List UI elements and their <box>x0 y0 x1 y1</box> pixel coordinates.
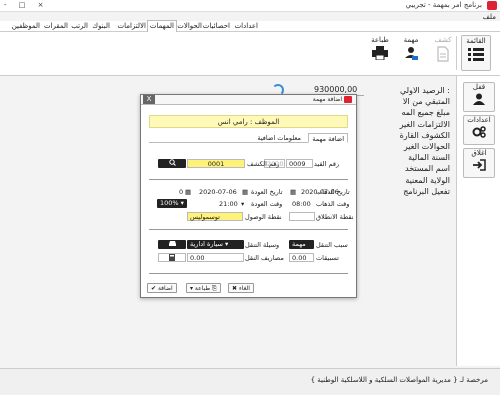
tab-transfers[interactable]: الحوالات <box>175 21 204 32</box>
calculator-button[interactable] <box>158 253 186 262</box>
depart-time-label: وقت الذهاب <box>316 200 350 208</box>
cancel-label: الغاء <box>238 285 250 292</box>
transport-value: سيارة ادارية <box>190 240 223 248</box>
divider <box>149 273 348 274</box>
arrival-point-field[interactable]: توسموليس <box>187 212 243 221</box>
print-button[interactable]: طباعة <box>365 35 395 71</box>
dialog-tabs: اضافة مهمة معلومات اضافية <box>149 133 348 143</box>
print-label: طباعة <box>371 36 389 44</box>
statement-field[interactable]: 0001 <box>187 159 245 168</box>
clear-label: كشف <box>434 36 452 44</box>
task-button[interactable]: مهمة <box>396 35 426 71</box>
print-dropdown-label: طباعة <box>194 285 211 292</box>
start-point-label: نقطة الانطلاق <box>316 213 354 221</box>
user-car-icon <box>403 46 419 62</box>
settings-button[interactable]: اعدادات <box>463 115 495 145</box>
tab-missions[interactable]: المهمات <box>146 20 177 32</box>
reason-label: سبب التنقل <box>316 241 348 249</box>
sign-out-icon <box>472 159 486 171</box>
percent-value: 100% <box>160 199 179 207</box>
car-button[interactable] <box>158 240 186 249</box>
reg-label: رقم القيد <box>314 160 340 168</box>
printer-icon <box>372 46 388 62</box>
task-label: مهمة <box>403 36 419 44</box>
calendar-icon[interactable]: ▦ <box>185 188 191 196</box>
time-spinner-icon[interactable]: ▾ <box>241 200 244 208</box>
start-point-field[interactable] <box>289 212 315 221</box>
tab-add-task[interactable]: اضافة مهمة <box>308 133 348 143</box>
advance-label: تسبيقات <box>316 254 339 262</box>
ribbon: القائمة كشف مهمة طباعة <box>0 32 500 76</box>
gears-icon <box>472 126 486 138</box>
return-date-value[interactable]: 2020-07-06 <box>199 188 237 196</box>
calculator-icon <box>169 254 175 261</box>
print-dropdown-button[interactable]: ▾ طباعة ⎘ <box>186 283 221 293</box>
depart-date-value[interactable]: 2020-07-06 <box>301 188 339 196</box>
tab-statistics[interactable]: احصائيات <box>201 21 232 32</box>
advance-field[interactable]: 0.00 <box>289 253 314 262</box>
transport-label: وسيلة التنقل <box>245 241 280 249</box>
tab-banks[interactable]: البنوك <box>90 21 112 32</box>
days-value: 0 <box>179 188 184 196</box>
window-controls[interactable]: - □ × <box>4 1 48 9</box>
dialog-title: اضافة مهمة <box>312 96 342 103</box>
percent-select[interactable]: 100% ▾ <box>157 199 187 208</box>
add-button[interactable]: ✔ اضافة <box>147 283 177 293</box>
dialog-footer: ✖ الغاء ▾ طباعة ⎘ ✔ اضافة <box>141 283 356 297</box>
tab-settings[interactable]: اعدادات <box>233 21 260 32</box>
dialog-app-icon <box>344 96 352 103</box>
tab-employees[interactable]: الموظفين <box>10 21 42 32</box>
settings-label: اعدادات <box>467 116 491 124</box>
search-button[interactable] <box>158 159 186 168</box>
clear-button[interactable]: كشف <box>428 35 458 71</box>
user-icon <box>472 93 486 105</box>
return-time-value[interactable]: 21:00 <box>219 200 238 208</box>
divider <box>149 229 348 230</box>
file-menu[interactable]: ملف <box>483 13 496 21</box>
tab-offices[interactable]: المقرات <box>42 21 70 32</box>
search-icon <box>168 159 176 166</box>
list-label: القائمة <box>466 37 486 45</box>
dialog-close-button[interactable]: X <box>143 95 155 104</box>
tab-ranks[interactable]: الرتب <box>69 21 90 32</box>
car-icon <box>168 241 176 246</box>
window-title: برنامج امر بمهمة - تجريبي <box>405 1 482 9</box>
arrival-point-label: نقطة الوصول <box>245 213 282 221</box>
list-icon <box>468 47 484 63</box>
tab-extra-info[interactable]: معلومات اضافية <box>254 133 304 143</box>
return-time-label: وقت العودة <box>251 200 283 208</box>
right-sidebar: قفل اعدادات اغلاق <box>456 76 500 366</box>
dialog-header: X اضافة مهمة <box>141 95 356 105</box>
title-bar: - □ × برنامج امر بمهمة - تجريبي <box>0 0 500 12</box>
add-task-dialog: X اضافة مهمة الموظف : رامي انس اضافة مهم… <box>140 94 357 298</box>
document-icon <box>435 46 451 62</box>
expenses-field[interactable]: 0.00 <box>187 253 244 262</box>
cancel-button[interactable]: ✖ الغاء <box>228 283 254 293</box>
lock-button[interactable]: قفل <box>463 82 495 112</box>
depart-time-value[interactable]: 08:00 <box>292 200 311 208</box>
expenses-label: مصاريف النقل <box>245 254 284 262</box>
menu-bar: الموظفين المقرات الرتب البنوك الالتزامات… <box>0 20 500 32</box>
close-label: اغلاق <box>471 149 487 157</box>
calendar-icon[interactable]: ▦ <box>242 188 248 196</box>
close-button[interactable]: اغلاق <box>463 148 495 178</box>
transport-select[interactable]: سيارة ادارية ▾ <box>187 240 244 249</box>
employee-banner: الموظف : رامي انس <box>149 115 348 128</box>
reg-field[interactable]: 0009 <box>286 159 313 168</box>
return-date-label: تاريخ العودة <box>251 188 283 196</box>
tab-commitments[interactable]: الالتزامات <box>116 21 148 32</box>
lock-label: قفل <box>472 83 486 91</box>
statement-label: رقم الكشف <box>247 160 280 168</box>
status-bar: مرخصة لـ { مديرية المواصلات السلكية و ال… <box>0 368 500 395</box>
reason-select[interactable]: مهمة ادارية <box>289 240 314 257</box>
divider <box>149 179 348 180</box>
app-icon <box>487 1 497 10</box>
list-button[interactable]: القائمة <box>461 35 491 71</box>
add-label: اضافة <box>157 285 173 292</box>
license-text: مرخصة لـ { مديرية المواصلات السلكية و ال… <box>310 376 488 384</box>
calendar-icon[interactable]: ▦ <box>290 188 296 196</box>
